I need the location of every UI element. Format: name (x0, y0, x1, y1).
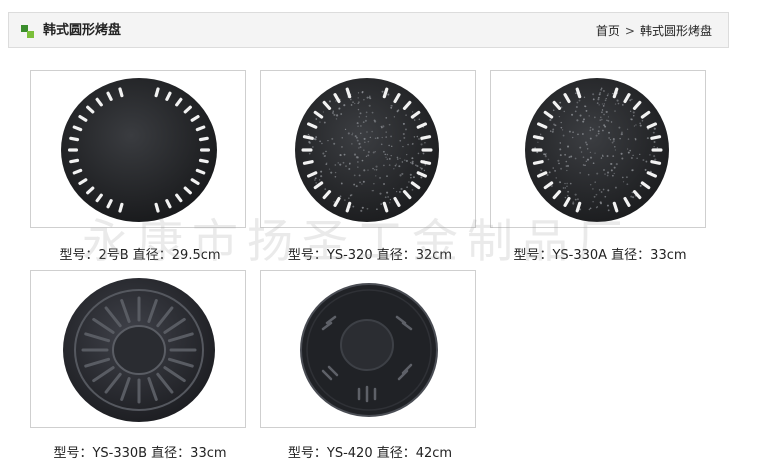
category-icon (21, 25, 35, 39)
product-caption: 型号：YS-330A 直径：33cm (513, 248, 687, 263)
category-title: 韩式圆形烤盘 (43, 23, 122, 38)
grill-plate-slotted-speckled-image (295, 78, 439, 222)
breadcrumb-home-link[interactable]: 首页 (596, 24, 620, 38)
product-image-frame[interactable] (490, 70, 706, 228)
grill-plate-slotted-speckled-image (525, 78, 669, 222)
product-caption: 型号：2号B 直径：29.5cm (59, 248, 221, 263)
product-caption: 型号：YS-320 直径：32cm (287, 248, 453, 263)
breadcrumb: 首页 > 韩式圆形烤盘 (596, 23, 712, 39)
grill-plate-center-dome-image (300, 283, 438, 417)
product-image-frame[interactable] (30, 70, 246, 228)
grill-plate-sunburst-image (63, 278, 215, 422)
product-image-frame[interactable] (30, 270, 246, 428)
breadcrumb-current: 韩式圆形烤盘 (639, 24, 712, 38)
product-image-frame[interactable] (260, 270, 476, 428)
product-caption: 型号：YS-330B 直径：33cm (53, 446, 227, 461)
product-caption: 型号：YS-420 直径：42cm (287, 446, 453, 461)
breadcrumb-separator: > (624, 24, 635, 38)
product-image-frame[interactable] (260, 70, 476, 228)
grill-plate-slotted-rough-image (61, 78, 217, 222)
category-header: 韩式圆形烤盘 首页 > 韩式圆形烤盘 (8, 12, 729, 48)
